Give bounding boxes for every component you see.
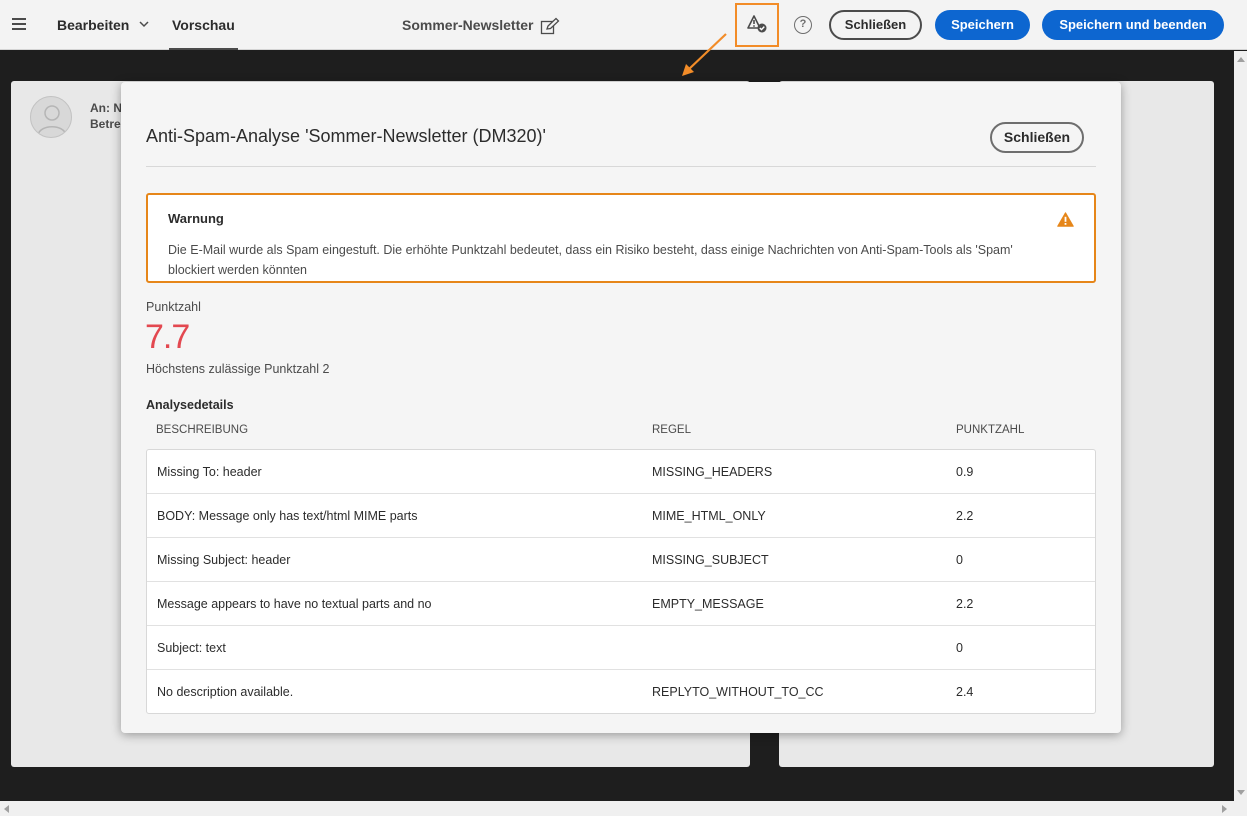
app-window: Bearbeiten Vorschau Sommer-Newsletter ? … (0, 0, 1247, 816)
row-description: BODY: Message only has text/html MIME pa… (157, 509, 418, 523)
anti-spam-dialog: Anti-Spam-Analyse 'Sommer-Newsletter (DM… (121, 82, 1121, 733)
table-row: Message appears to have no textual parts… (147, 582, 1095, 626)
table-row: Missing Subject: header MISSING_SUBJECT … (147, 538, 1095, 582)
dialog-close-button[interactable]: Schließen (990, 122, 1084, 153)
row-description: No description available. (157, 685, 294, 699)
menu-icon[interactable] (12, 18, 26, 30)
scroll-left-icon[interactable] (4, 805, 9, 813)
scroll-right-icon[interactable] (1222, 805, 1227, 813)
save-and-exit-button[interactable]: Speichern und beenden (1042, 10, 1224, 40)
warning-text: Die E-Mail wurde als Spam eingestuft. Di… (168, 243, 1013, 277)
row-score: 2.4 (956, 685, 974, 699)
dialog-title: Anti-Spam-Analyse 'Sommer-Newsletter (DM… (146, 126, 546, 146)
horizontal-scrollbar[interactable] (0, 801, 1247, 816)
help-icon[interactable]: ? (794, 16, 812, 34)
annotation-arrow-icon (682, 33, 727, 76)
row-score: 2.2 (956, 509, 974, 523)
pencil-icon[interactable] (540, 17, 560, 35)
document-title: Sommer-Newsletter (402, 0, 560, 50)
row-score: 2.2 (956, 597, 974, 611)
tab-preview[interactable]: Vorschau (169, 0, 238, 50)
row-score: 0 (956, 553, 963, 567)
row-rule: MISSING_HEADERS (652, 465, 773, 479)
top-toolbar: Bearbeiten Vorschau Sommer-Newsletter ? … (0, 0, 1247, 50)
row-score: 0 (956, 641, 963, 655)
divider (146, 166, 1096, 167)
scroll-down-icon[interactable] (1237, 790, 1245, 795)
row-rule: REPLYTO_WITHOUT_TO_CC (652, 685, 824, 699)
close-button[interactable]: Schließen (829, 10, 922, 40)
document-title-text: Sommer-Newsletter (402, 17, 534, 33)
row-description: Subject: text (157, 641, 226, 655)
table-row: No description available. REPLYTO_WITHOU… (147, 670, 1095, 714)
save-button[interactable]: Speichern (935, 10, 1030, 40)
table-row: BODY: Message only has text/html MIME pa… (147, 494, 1095, 538)
user-icon (37, 105, 67, 136)
column-header-description: Beschreibung (156, 424, 249, 436)
column-header-rule: Regel (652, 424, 691, 436)
score-value: 7.7 (145, 318, 190, 356)
warning-box: Warnung Die E-Mail wurde als Spam einges… (146, 193, 1096, 283)
warning-icon (1057, 212, 1074, 227)
tab-edit[interactable]: Bearbeiten (57, 0, 129, 50)
max-score-text: Höchstens zulässige Punktzahl 2 (146, 362, 330, 376)
analysis-table: Missing To: header MISSING_HEADERS 0.9 B… (146, 449, 1096, 714)
score-label: Punktzahl (146, 300, 201, 314)
row-rule: MISSING_SUBJECT (652, 553, 769, 567)
row-description: Missing Subject: header (157, 553, 291, 567)
table-row: Missing To: header MISSING_HEADERS 0.9 (147, 450, 1095, 494)
table-row: Subject: text 0 (147, 626, 1095, 670)
warning-title: Warnung (168, 211, 224, 226)
row-score: 0.9 (956, 465, 974, 479)
spam-check-icon (747, 15, 767, 33)
subject-label: Betre (90, 117, 121, 131)
column-header-score: Punktzahl (956, 424, 1025, 436)
row-rule: EMPTY_MESSAGE (652, 597, 764, 611)
spam-check-button[interactable] (735, 3, 779, 47)
vertical-scrollbar[interactable] (1234, 51, 1247, 801)
scroll-up-icon[interactable] (1237, 57, 1245, 62)
avatar (30, 96, 72, 138)
row-description: Missing To: header (157, 465, 262, 479)
chevron-down-icon[interactable] (139, 20, 149, 28)
analysis-details-label: Analysedetails (146, 398, 234, 412)
row-description: Message appears to have no textual parts… (157, 597, 432, 611)
recipient-label: An: N (90, 101, 122, 115)
row-rule: MIME_HTML_ONLY (652, 509, 766, 523)
